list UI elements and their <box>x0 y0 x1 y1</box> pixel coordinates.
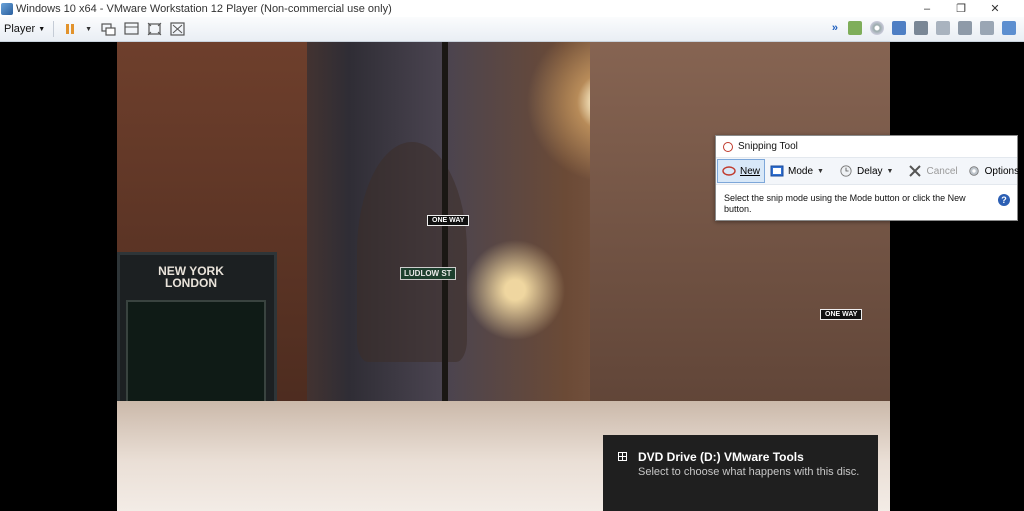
sound-icon[interactable] <box>958 21 972 35</box>
snipping-tool-toolbar: New Mode ▼ Delay ▼ Cancel Options <box>716 157 1019 185</box>
fullscreen-icon[interactable] <box>146 21 162 37</box>
usb-icon[interactable] <box>892 21 906 35</box>
one-way-sign: ONE WAY <box>427 215 470 226</box>
message-icon[interactable] <box>1002 21 1016 35</box>
send-ctrl-alt-del-icon[interactable] <box>100 21 116 37</box>
maximize-button[interactable]: ❐ <box>944 0 978 17</box>
minimize-button[interactable]: – <box>910 0 944 17</box>
more-devices-icon[interactable]: » <box>832 22 838 34</box>
options-button[interactable]: Options <box>963 159 1023 183</box>
device-status-bar: » <box>832 21 1016 35</box>
vm-display[interactable]: NEW YORK LONDON ONE WAY LUDLOW ST ONE WA… <box>0 42 1024 511</box>
lamp-post <box>442 42 448 462</box>
scissors-icon <box>723 141 733 152</box>
cancel-label: Cancel <box>926 165 958 177</box>
notification-title: DVD Drive (D:) VMware Tools <box>638 450 804 464</box>
snipping-tool-window[interactable]: Snipping Tool New Mode ▼ Delay ▼ Cancel <box>715 135 1019 221</box>
player-toolbar: Player ▼ ▼ » <box>0 17 1024 42</box>
vmware-app-icon <box>1 2 13 15</box>
clock-icon <box>840 165 852 177</box>
toolbar-divider <box>53 21 55 37</box>
cancel-snip-button[interactable]: Cancel <box>904 159 961 183</box>
gear-icon <box>968 166 979 176</box>
window-title: Windows 10 x64 - VMware Workstation 12 P… <box>16 2 392 15</box>
new-snip-button[interactable]: New <box>717 159 766 183</box>
pause-dropdown-icon[interactable]: ▼ <box>85 26 92 33</box>
chevron-down-icon: ▼ <box>38 25 46 33</box>
storage-icon[interactable] <box>914 21 928 35</box>
one-way-sign-right: ONE WAY <box>820 309 863 320</box>
right-building <box>590 42 890 432</box>
unity-icon[interactable] <box>123 21 139 37</box>
player-menu-label: Player <box>4 23 36 35</box>
delay-dropdown-icon[interactable]: ▼ <box>887 168 894 175</box>
delay-button[interactable]: Delay ▼ <box>835 159 904 183</box>
dvd-drive-icon <box>618 452 627 461</box>
cancel-icon <box>909 165 922 177</box>
mode-label: Mode <box>788 165 814 177</box>
delay-label: Delay <box>856 165 883 177</box>
pause-icon[interactable] <box>62 21 78 37</box>
printer-icon[interactable] <box>936 21 950 35</box>
close-button[interactable]: ✕ <box>978 0 1012 17</box>
options-label: Options <box>984 165 1020 177</box>
mode-icon <box>770 165 784 177</box>
network-icon[interactable] <box>848 21 862 35</box>
view-icon[interactable] <box>169 21 185 37</box>
title-bar: Windows 10 x64 - VMware Workstation 12 P… <box>0 0 1024 17</box>
help-icon[interactable]: ? <box>998 194 1010 206</box>
new-snip-icon <box>722 166 736 176</box>
snip-instructions: Select the snip mode using the Mode butt… <box>724 193 966 214</box>
mode-dropdown-icon[interactable]: ▼ <box>817 168 824 175</box>
new-snip-label: New <box>740 165 761 177</box>
store-sign-line2: LONDON <box>165 276 217 290</box>
notification-body: Select to choose what happens with this … <box>638 466 860 478</box>
mode-button[interactable]: Mode ▼ <box>766 159 834 183</box>
street-sign: LUDLOW ST <box>400 267 456 280</box>
player-menu-button[interactable]: Player ▼ <box>4 23 45 35</box>
bare-tree <box>357 142 467 362</box>
snipping-tool-title: Snipping Tool <box>738 141 798 152</box>
storefront-sign: NEW YORK LONDON <box>136 265 246 289</box>
snipping-tool-titlebar: Snipping Tool <box>716 136 1017 157</box>
dvd-notification-toast[interactable]: DVD Drive (D:) VMware Tools Select to ch… <box>603 435 878 511</box>
cd-icon[interactable] <box>870 21 884 35</box>
removable-device-icon[interactable] <box>980 21 994 35</box>
